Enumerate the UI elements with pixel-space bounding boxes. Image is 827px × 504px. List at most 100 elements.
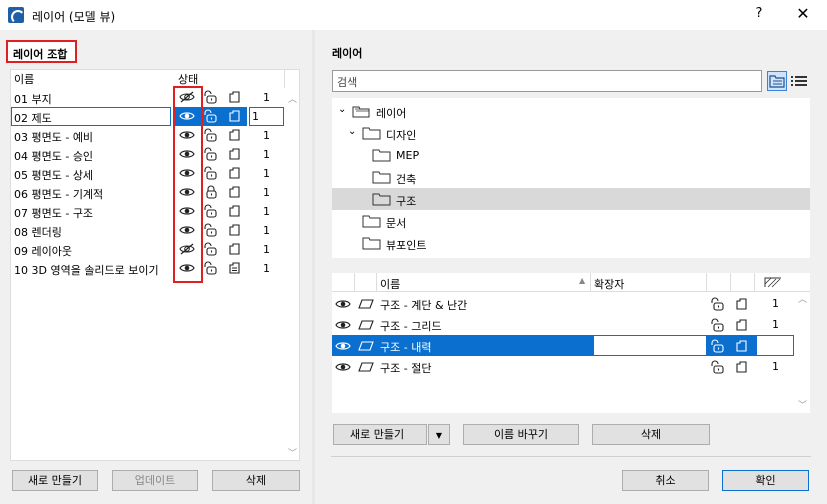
new-layer-dropdown-button[interactable]: ▼ [428, 424, 450, 445]
chevron-down-icon[interactable]: ⌄ [348, 126, 356, 137]
close-button[interactable]: ✕ [790, 4, 816, 26]
tree-folder-item[interactable]: 뷰포인트 [332, 232, 810, 254]
update-combination-button[interactable]: 업데이트 [112, 470, 198, 491]
unlock-icon[interactable] [711, 318, 727, 332]
tree-folder-item[interactable]: MEP [332, 144, 810, 166]
layer-combination-row[interactable]: 01 부지 1 [11, 88, 284, 107]
layer-combination-row[interactable]: 08 렌더링 1 [11, 221, 284, 240]
tree-folder-item[interactable]: ⌄ 디자인 [332, 122, 810, 144]
layer-folder-tree[interactable]: ⌄ 레이어 ⌄ 디자인 MEP 건축 구조문서뷰포인트 [332, 98, 810, 258]
layer-row[interactable]: 구조 - 절단 1 [332, 356, 794, 377]
eye-icon[interactable] [335, 297, 351, 311]
page-icon[interactable] [228, 128, 244, 142]
page-icon[interactable] [228, 109, 244, 123]
layer-combination-row[interactable]: 07 평면도 - 구조 1 [11, 202, 284, 221]
hatch-column-icon[interactable] [764, 276, 782, 288]
page-icon[interactable] [228, 242, 244, 256]
search-input[interactable]: 검색 [332, 70, 762, 92]
delete-layer-button[interactable]: 삭제 [592, 424, 710, 445]
tree-folder-item[interactable]: ⌄ 레이어 [332, 100, 810, 122]
combination-count: 1 [252, 110, 259, 123]
eye-icon[interactable] [335, 318, 351, 332]
combination-name: 04 평면도 - 승인 [14, 150, 94, 163]
page-icon[interactable] [228, 90, 244, 104]
page-icon[interactable] [228, 166, 244, 180]
unlock-icon[interactable] [204, 223, 220, 237]
page-icon[interactable] [735, 297, 751, 311]
tree-folder-label: 문서 [386, 217, 407, 230]
extension-field[interactable] [594, 336, 706, 355]
unlock-icon[interactable] [204, 204, 220, 218]
table-scroll-up-arrow[interactable]: ︿ [798, 292, 807, 305]
layer-count: 1 [759, 339, 766, 352]
layer-combination-row[interactable]: 02 제도 1 [11, 107, 284, 126]
layer-combination-row[interactable]: 09 레이아웃 1 [11, 240, 284, 259]
unlock-icon[interactable] [204, 261, 220, 275]
ok-button[interactable]: 확인 [722, 470, 809, 491]
page-icon[interactable] [228, 185, 244, 199]
tree-folder-item[interactable]: 구조 [332, 188, 810, 210]
column-header-name[interactable]: 이름 [14, 71, 34, 87]
folder-view-icon [769, 75, 785, 88]
layer-combination-row[interactable]: 10 3D 영역을 솔리드로 보이기 1 [11, 259, 284, 278]
combination-name: 09 레이아웃 [14, 245, 72, 258]
tree-folder-item[interactable]: 건축 [332, 166, 810, 188]
unlock-icon[interactable] [204, 242, 220, 256]
page-icon[interactable] [735, 360, 751, 374]
layer-combination-row[interactable]: 03 평면도 - 예비 1 [11, 126, 284, 145]
unlock-icon[interactable] [204, 109, 220, 123]
delete-combination-button[interactable]: 삭제 [212, 470, 300, 491]
combination-name: 08 렌더링 [14, 226, 62, 239]
unlock-icon[interactable] [204, 128, 220, 142]
layer-row[interactable]: 구조 - 내력 1 [332, 335, 794, 356]
layer-combination-row[interactable]: 04 평면도 - 승인 1 [11, 145, 284, 164]
rename-layer-button[interactable]: 이름 바꾸기 [463, 424, 579, 445]
page-icon[interactable] [735, 339, 751, 353]
lock-icon[interactable] [204, 185, 220, 199]
folder-view-button[interactable] [767, 71, 787, 91]
page-icon[interactable] [228, 147, 244, 161]
combination-count: 1 [263, 148, 270, 161]
chevron-down-icon: ▼ [435, 431, 443, 440]
layer-combination-row[interactable]: 05 평면도 - 상세 1 [11, 164, 284, 183]
scroll-down-arrow[interactable]: ﹀ [288, 446, 297, 459]
layer-name: 구조 - 그리드 [380, 320, 442, 333]
folder-icon [372, 148, 391, 162]
page-icon[interactable] [228, 261, 244, 275]
layer-combination-row[interactable]: 06 평면도 - 기계적 1 [11, 183, 284, 202]
page-icon[interactable] [228, 204, 244, 218]
chevron-down-icon[interactable]: ⌄ [338, 104, 346, 115]
cancel-button[interactable]: 취소 [622, 470, 709, 491]
combination-name: 03 평면도 - 예비 [14, 131, 94, 144]
eye-icon[interactable] [335, 339, 351, 353]
layers-title: 레이어 [332, 47, 363, 60]
layer-row[interactable]: 구조 - 계단 & 난간 1 [332, 293, 794, 314]
layer-row[interactable]: 구조 - 그리드 1 [332, 314, 794, 335]
combination-name: 10 3D 영역을 솔리드로 보이기 [14, 264, 159, 277]
scroll-up-arrow[interactable]: ︿ [288, 92, 297, 105]
eye-icon[interactable] [335, 360, 351, 374]
column-header-status[interactable]: 상태 [178, 71, 198, 87]
unlock-icon[interactable] [204, 147, 220, 161]
layer-table-header: 이름 ▲ 확장자 [332, 273, 810, 292]
column-header-layer-name[interactable]: 이름 [380, 276, 400, 292]
page-icon[interactable] [735, 318, 751, 332]
layer-count: 1 [772, 297, 779, 310]
combination-count: 1 [263, 186, 270, 199]
column-header-extension[interactable]: 확장자 [594, 276, 624, 292]
tree-folder-item[interactable]: 문서 [332, 210, 810, 232]
unlock-icon[interactable] [711, 360, 727, 374]
unlock-icon[interactable] [204, 90, 220, 104]
table-scroll-down-arrow[interactable]: ﹀ [798, 398, 807, 411]
list-view-button[interactable] [790, 73, 808, 89]
unlock-icon[interactable] [711, 339, 727, 353]
folder-stack-icon [352, 104, 370, 118]
page-icon[interactable] [228, 223, 244, 237]
unlock-icon[interactable] [204, 166, 220, 180]
unlock-icon[interactable] [711, 297, 727, 311]
combination-count: 1 [263, 91, 270, 104]
new-layer-button[interactable]: 새로 만들기 [333, 424, 427, 445]
layer-table[interactable]: 이름 ▲ 확장자 구조 - 계단 & 난간 1 구조 - 그리드 1 구조 - 내력 1 구… [332, 273, 810, 413]
help-button[interactable]: ? [748, 6, 770, 24]
new-combination-button[interactable]: 새로 만들기 [12, 470, 98, 491]
